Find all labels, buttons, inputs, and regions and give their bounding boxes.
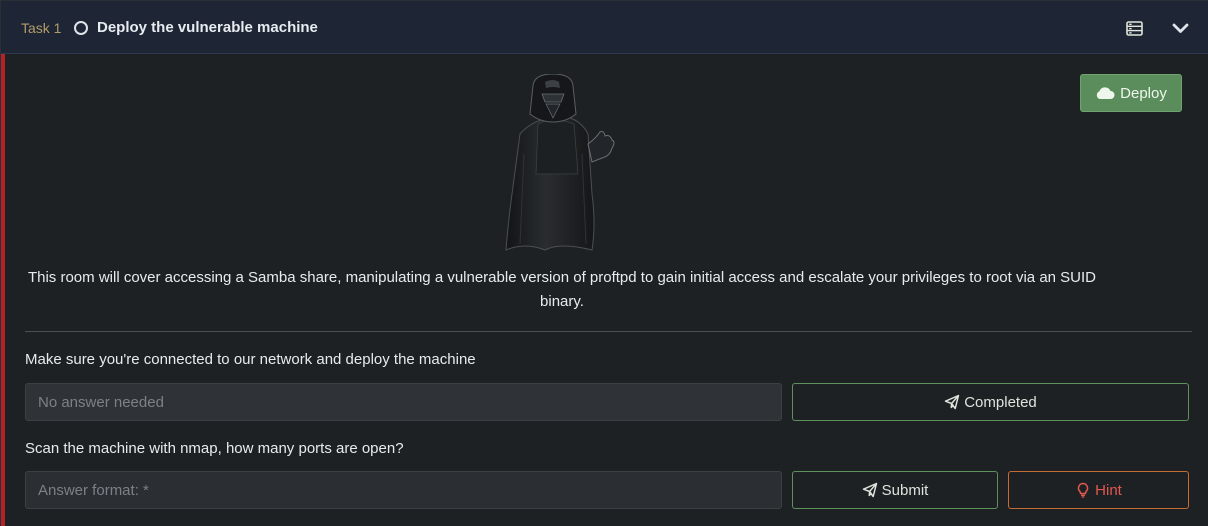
darth-vader-icon	[505, 74, 615, 251]
deploy-button-label: Deploy	[1120, 84, 1167, 102]
question-1-answer-input[interactable]	[25, 383, 782, 421]
hint-button[interactable]: Hint	[1008, 471, 1189, 509]
task-panel: Task 1 Deploy the vulnerable machine Dep…	[0, 0, 1208, 526]
paper-plane-icon	[862, 482, 877, 498]
completed-button-label: Completed	[964, 393, 1037, 411]
completed-button[interactable]: Completed	[792, 383, 1189, 421]
question-1-text: Make sure you're connected to our networ…	[25, 351, 476, 368]
divider	[25, 331, 1192, 332]
cloud-icon	[1096, 87, 1115, 99]
task-label: Task 1	[21, 20, 62, 36]
intro-text: This room will cover accessing a Samba s…	[27, 269, 1097, 310]
task-header[interactable]: Task 1 Deploy the vulnerable machine	[1, 1, 1208, 54]
paper-plane-icon	[944, 394, 960, 410]
circle-outline-icon	[74, 21, 88, 35]
submit-button-label: Submit	[881, 481, 929, 499]
question-2-answer-input[interactable]	[25, 471, 782, 509]
server-icon[interactable]	[1126, 21, 1143, 36]
question-2-text: Scan the machine with nmap, how many por…	[25, 440, 404, 457]
chevron-down-icon[interactable]	[1172, 21, 1189, 35]
lightbulb-icon	[1077, 482, 1089, 498]
submit-button[interactable]: Submit	[792, 471, 998, 509]
task-title: Deploy the vulnerable machine	[97, 19, 318, 36]
hint-button-label: Hint	[1095, 481, 1122, 499]
task-content: Deploy This room will cover accessing a …	[1, 54, 1208, 526]
deploy-button[interactable]: Deploy	[1080, 74, 1182, 112]
